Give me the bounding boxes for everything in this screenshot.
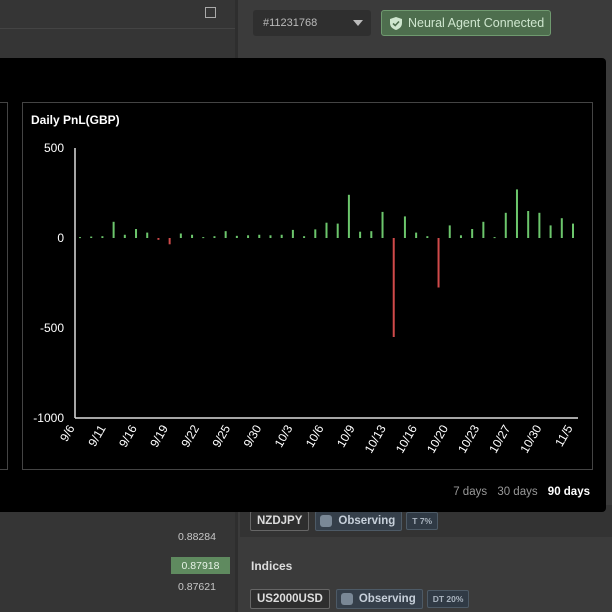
pnl-bar — [381, 211, 384, 238]
pnl-bar — [471, 229, 474, 238]
x-tick-label: 9/25 — [209, 422, 233, 450]
x-tick-label: 10/20 — [424, 422, 451, 455]
pnl-bar — [370, 231, 373, 238]
x-tick-label: 9/22 — [178, 422, 202, 450]
pnl-bar — [347, 194, 350, 238]
pnl-bar — [191, 234, 194, 238]
x-tick-label: 9/30 — [241, 422, 265, 450]
range-option-90-days[interactable]: 90 days — [548, 486, 590, 498]
pnl-bar — [392, 238, 395, 337]
pnl-bar — [403, 216, 406, 238]
x-tick-label: 10/13 — [362, 422, 389, 455]
y-tick-label: 500 — [44, 141, 64, 155]
range-option-30-days[interactable]: 30 days — [497, 486, 537, 498]
pnl-bar — [303, 236, 306, 238]
pnl-bar — [202, 237, 205, 239]
pnl-bar — [146, 232, 149, 238]
y-tick-label: -500 — [40, 321, 64, 335]
pnl-bar — [437, 238, 440, 288]
x-tick-label: 10/16 — [393, 422, 420, 455]
pnl-bar — [336, 223, 339, 238]
pnl-bar — [493, 237, 496, 239]
pnl-bar — [179, 233, 182, 238]
pnl-bar — [213, 236, 216, 238]
pnl-bar — [426, 236, 429, 238]
pnl-bar — [224, 231, 227, 238]
pnl-bar — [325, 222, 328, 238]
x-tick-label: 10/27 — [486, 422, 513, 455]
daily-pnl-chart: 500 0 -500 -10009/6 9/11 9/16 9/19 9/22 9/25 9/30… — [33, 141, 578, 456]
pnl-bar — [280, 234, 283, 238]
x-tick-label: 10/23 — [455, 422, 482, 455]
pnl-bar — [90, 236, 93, 238]
x-tick-label: 11/5 — [552, 422, 576, 449]
pnl-bar — [135, 229, 138, 238]
pnl-bar — [269, 235, 272, 238]
pnl-bar — [515, 189, 518, 238]
pnl-bar — [527, 211, 530, 238]
x-tick-label: 9/19 — [147, 422, 171, 450]
pnl-bar — [79, 237, 81, 239]
pnl-bar — [157, 238, 160, 240]
x-tick-label: 10/3 — [272, 422, 296, 450]
y-tick-label: 0 — [57, 231, 64, 245]
x-tick-label: 10/6 — [303, 422, 327, 450]
pnl-bar — [112, 221, 115, 238]
pnl-bar — [359, 231, 362, 238]
pnl-bar — [314, 229, 317, 238]
range-option-7-days[interactable]: 7 days — [453, 486, 487, 498]
pnl-bar — [235, 235, 238, 238]
pnl-bar — [258, 234, 261, 238]
x-tick-label: 9/6 — [57, 422, 78, 444]
pnl-bar — [101, 236, 104, 238]
pnl-bar — [415, 232, 418, 238]
pnl-bar — [459, 235, 462, 238]
x-tick-label: 10/30 — [517, 422, 544, 455]
pnl-bar — [247, 235, 250, 238]
pnl-bar — [538, 212, 541, 238]
x-tick-label: 10/9 — [334, 422, 358, 450]
pnl-bar — [448, 225, 451, 238]
pnl-bar — [291, 229, 294, 238]
x-tick-label: 9/11 — [85, 422, 109, 449]
range-selector: 7 days 30 days 90 days — [0, 486, 590, 498]
pnl-bar — [549, 225, 552, 238]
pnl-bar — [504, 212, 507, 238]
pnl-bar — [168, 238, 171, 245]
pnl-bar — [482, 221, 485, 238]
pnl-bar — [572, 223, 574, 238]
pnl-bar — [123, 234, 126, 238]
x-tick-label: 9/16 — [116, 422, 140, 450]
y-tick-label: -1000 — [33, 411, 64, 425]
pnl-bar — [560, 218, 563, 238]
